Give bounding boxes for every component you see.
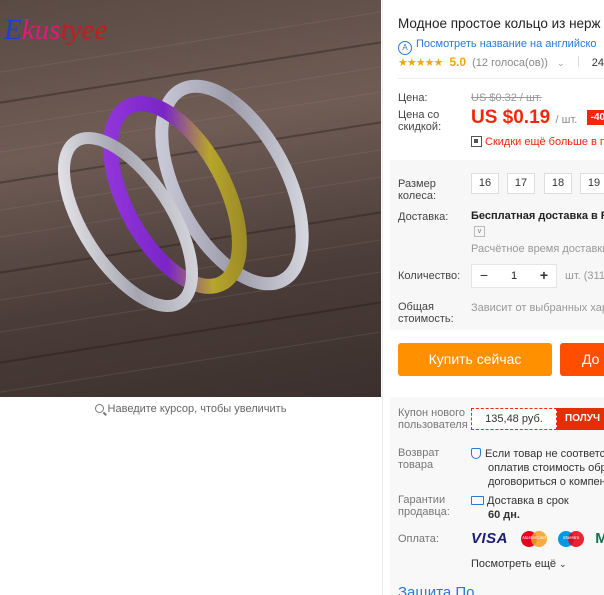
- coupon-label: Купон нового пользователя: [398, 407, 468, 431]
- mir-logo: М: [595, 530, 604, 547]
- chevron-down-icon: ⌄: [559, 559, 567, 569]
- shipping-value[interactable]: Бесплатная доставка в Ru: [471, 210, 604, 222]
- return-line-2: оплатив стоимость обр: [488, 462, 604, 474]
- maestro-logo: Maestro: [558, 530, 585, 547]
- translate-icon: A: [398, 41, 412, 55]
- discount-badge: -40: [586, 110, 604, 125]
- size-label: Размер колеса:: [398, 178, 437, 202]
- price-unit: / шт.: [555, 114, 578, 126]
- guarantee-label: Гарантии продавца:: [398, 494, 450, 518]
- divider: [577, 56, 579, 67]
- guarantee-line-1: Доставка в срок: [487, 495, 569, 507]
- orders-count: 240: [591, 57, 604, 69]
- translate-link-text: Посмотреть название на английско: [416, 38, 597, 50]
- rating-row: ★★★★★ 5.0 (12 голоса(ов)) ⌄ 240: [398, 55, 604, 69]
- column-divider: [382, 0, 383, 595]
- payment-methods: VISA MasterCard Maestro М: [471, 530, 604, 547]
- quantity-increase-button[interactable]: +: [532, 265, 556, 287]
- seller-guarantee: Доставка в срок 60 дн.: [471, 494, 569, 522]
- return-label: Возврат товара: [398, 447, 440, 471]
- shipping-label: Доставка:: [398, 211, 449, 223]
- price-value: US $0.19: [471, 107, 551, 128]
- divider: [398, 78, 604, 79]
- mastercard-logo: MasterCard: [521, 530, 548, 547]
- get-coupon-button[interactable]: ПОЛУЧ: [557, 408, 604, 430]
- mastercard-logo-text: MasterCard: [522, 534, 546, 540]
- zoom-hint-text: Наведите курсор, чтобы увеличить: [107, 403, 287, 415]
- shield-icon: [471, 448, 481, 459]
- stock-count: шт. (311: [565, 270, 604, 282]
- total-value: Зависит от выбранных хар: [471, 302, 604, 314]
- rings-illustration: [58, 79, 309, 313]
- buyer-protection-partial: Защита По: [398, 584, 475, 595]
- product-page: Ekustyee Наведите курсор, чтобы увеличит…: [0, 0, 604, 595]
- visa-logo: VISA: [471, 530, 509, 547]
- return-line-1: Если товар не соответст: [485, 448, 604, 460]
- votes-count[interactable]: (12 голоса(ов)): [472, 57, 548, 69]
- total-label: Общая стоимость:: [398, 301, 454, 325]
- product-details-panel: Модное простое кольцо из нерж A Посмотрет…: [390, 0, 604, 595]
- quantity-input[interactable]: 1: [496, 265, 532, 287]
- size-option-19[interactable]: 19: [580, 173, 604, 194]
- price-label: Цена:: [398, 92, 428, 104]
- coupon-value: 135,48 руб.: [471, 408, 557, 430]
- product-title: Модное простое кольцо из нерж: [398, 16, 601, 31]
- quantity-label: Количество:: [398, 270, 461, 282]
- more-discounts-link[interactable]: Скидки ещё больше в п: [471, 136, 604, 148]
- chevron-down-icon[interactable]: v: [474, 226, 485, 237]
- translate-link[interactable]: A Посмотреть название на английско: [398, 38, 597, 55]
- magnifier-icon: [94, 404, 104, 413]
- discount-price: US $0.19 / шт. -40: [471, 107, 604, 129]
- see-more-link[interactable]: Посмотреть ещё ⌄: [471, 558, 567, 570]
- size-option-18[interactable]: 18: [544, 173, 572, 194]
- qr-code-icon: [471, 136, 482, 147]
- old-price: US $0.32 / шт.: [471, 92, 542, 104]
- size-option-16[interactable]: 16: [471, 173, 499, 194]
- quantity-stepper: − 1 +: [471, 264, 557, 288]
- return-line-3: договориться о компен: [488, 476, 604, 488]
- star-rating-icon: ★★★★★: [398, 57, 443, 69]
- chevron-down-icon[interactable]: ⌄: [557, 58, 565, 68]
- add-to-cart-button[interactable]: До: [560, 343, 604, 376]
- discount-price-label: Цена со скидкой:: [398, 109, 442, 133]
- truck-icon: [471, 496, 484, 505]
- zoom-hint: Наведите курсор, чтобы увеличить: [0, 403, 381, 415]
- product-image[interactable]: Ekustyee: [0, 0, 381, 397]
- guarantee-line-2: 60 дн.: [488, 509, 520, 521]
- maestro-logo-text: Maestro: [563, 534, 580, 540]
- buy-now-button[interactable]: Купить сейчас: [398, 343, 552, 376]
- rating-value: 5.0: [449, 55, 467, 69]
- brand-logo: Ekustyee: [4, 14, 108, 46]
- size-option-17[interactable]: 17: [507, 173, 535, 194]
- see-more-text: Посмотреть ещё: [471, 558, 556, 570]
- shipping-time: Расчётное время доставки: [471, 243, 604, 255]
- return-policy: Если товар не соответст оплатив стоимост…: [471, 447, 604, 489]
- quantity-decrease-button[interactable]: −: [472, 265, 496, 287]
- more-discounts-text: Скидки ещё больше в п: [485, 136, 604, 148]
- payment-label: Оплата:: [398, 533, 439, 545]
